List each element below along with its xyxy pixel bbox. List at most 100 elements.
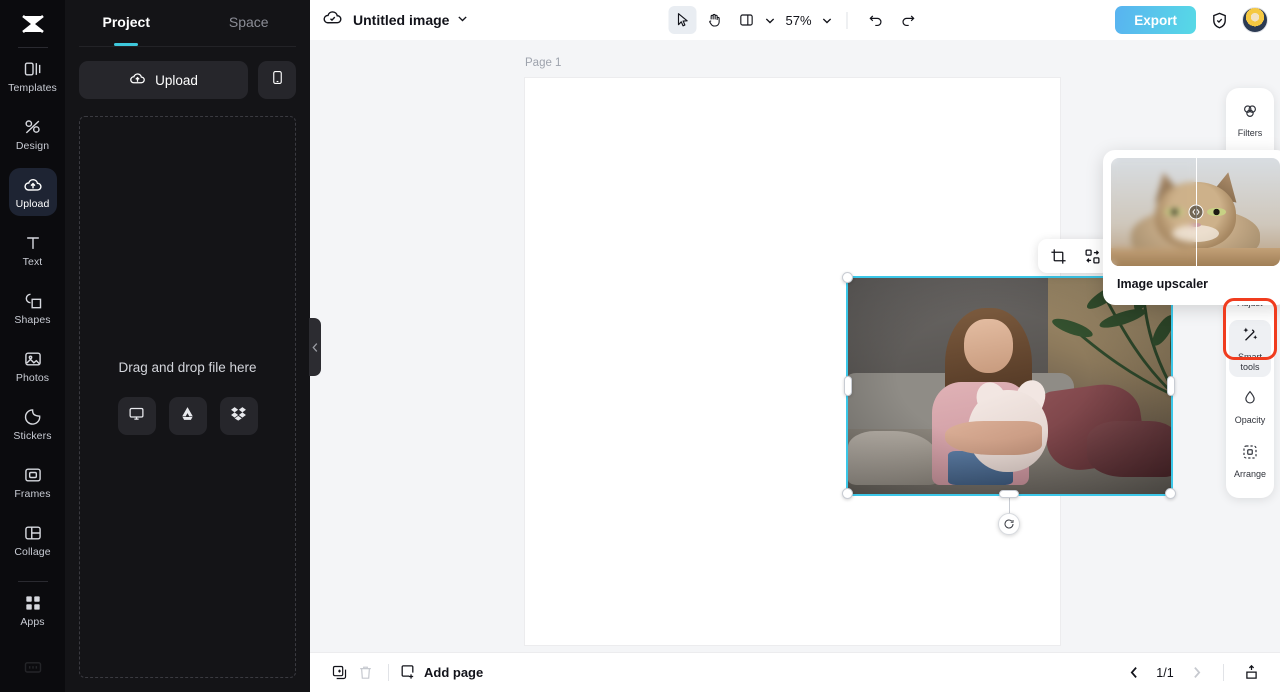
- sidebar-label: Templates: [8, 81, 57, 94]
- zoom-chevron-down-icon[interactable]: [822, 15, 833, 26]
- selected-image-element[interactable]: [846, 276, 1173, 496]
- cat-before-after-comparison[interactable]: [1111, 158, 1280, 266]
- sidebar-label: Apps: [20, 615, 45, 628]
- page-navigation: 1/1: [1121, 660, 1264, 686]
- toolbar-divider: [846, 11, 848, 29]
- add-page-button[interactable]: Add page: [399, 663, 483, 683]
- right-tool-filters[interactable]: Filters: [1229, 96, 1271, 143]
- shapes-icon: [23, 291, 43, 311]
- resize-handle-left[interactable]: [844, 376, 852, 396]
- sidebar-item-shapes[interactable]: Shapes: [9, 284, 57, 332]
- right-tool-label: Arrange: [1233, 468, 1267, 479]
- canvas-page[interactable]: [525, 78, 1176, 645]
- crop-icon[interactable]: [1046, 244, 1070, 268]
- sidebar-label: Stickers: [13, 429, 52, 442]
- sidebar-label: Design: [15, 139, 50, 152]
- capcut-logo[interactable]: [13, 8, 53, 40]
- panel-collapse-handle[interactable]: [309, 318, 321, 376]
- right-tool-opacity[interactable]: Opacity: [1229, 383, 1271, 430]
- sidebar-label: Upload: [15, 197, 50, 210]
- layout-chevron-down-icon[interactable]: [764, 15, 775, 26]
- right-tool-label: Smart tools: [1237, 351, 1262, 373]
- resize-handle-right[interactable]: [1167, 376, 1175, 396]
- sidebar-item-keyboard[interactable]: [23, 657, 43, 682]
- canvas-area[interactable]: Page 1 Image upscaler Filters Smart tool…: [310, 40, 1280, 652]
- keyboard-icon: [23, 662, 43, 681]
- rail-divider-top: [17, 47, 48, 48]
- right-tool-smart-tools[interactable]: Smart tools: [1229, 319, 1271, 378]
- upload-cloud-icon: [129, 70, 146, 90]
- right-tool-arrange[interactable]: Arrange: [1229, 437, 1271, 484]
- file-dropzone[interactable]: Drag and drop file here: [79, 116, 296, 678]
- avatar[interactable]: [1242, 7, 1268, 33]
- right-tool-label: Opacity: [1234, 415, 1266, 426]
- stickers-icon: [23, 407, 43, 427]
- mobile-phone-icon: [270, 70, 285, 90]
- resize-handle-bottom-left[interactable]: [842, 488, 853, 499]
- sidebar-item-collage[interactable]: Collage: [9, 516, 57, 564]
- main-editor-area: Untitled image 57% Export Page 1 Image u…: [310, 0, 1280, 692]
- next-page-button[interactable]: [1183, 660, 1209, 686]
- upload-from-mobile-button[interactable]: [258, 61, 296, 99]
- bottom-toolbar: Add page 1/1: [310, 652, 1280, 692]
- design-icon: [23, 117, 43, 137]
- sidebar-item-text[interactable]: Text: [9, 226, 57, 274]
- text-icon: [23, 233, 43, 253]
- girl-with-bunny-photo: [848, 278, 1171, 494]
- project-panel: Project Space Upload Drag and drop file …: [65, 0, 321, 692]
- dropbox-icon: [230, 405, 247, 427]
- resize-handle-bottom-right[interactable]: [1165, 488, 1176, 499]
- sidebar-item-frames[interactable]: Frames: [9, 458, 57, 506]
- hand-tool-button[interactable]: [700, 6, 728, 34]
- replace-image-icon[interactable]: [1080, 244, 1104, 268]
- redo-button[interactable]: [894, 6, 922, 34]
- export-button-label: Export: [1134, 12, 1177, 28]
- preview-card-label: Image upscaler: [1117, 277, 1209, 291]
- dropzone-label: Drag and drop file here: [118, 359, 257, 375]
- sidebar-item-upload[interactable]: Upload: [8, 168, 57, 216]
- sidebar-label: Collage: [14, 545, 51, 558]
- duplicate-page-icon[interactable]: [326, 660, 352, 686]
- image-context-toolbar[interactable]: [1038, 239, 1112, 273]
- compare-slider-handle[interactable]: [1188, 204, 1203, 220]
- capcut-editor-window: Templates Design Upload Text Shapes Phot…: [0, 0, 1280, 692]
- right-tool-label: Filters: [1237, 128, 1263, 138]
- left-nav-rail: Templates Design Upload Text Shapes Phot…: [0, 0, 65, 692]
- chevron-down-icon[interactable]: [457, 11, 468, 29]
- document-title[interactable]: Untitled image: [353, 12, 449, 28]
- tab-label: Project: [102, 14, 150, 30]
- arrange-icon: [1241, 443, 1259, 466]
- top-toolbar: Untitled image 57% Export: [310, 0, 1280, 40]
- sidebar-item-apps[interactable]: Apps: [9, 586, 57, 634]
- add-page-label: Add page: [424, 665, 484, 680]
- opacity-drop-icon: [1241, 389, 1259, 412]
- topbar-right-group: Export: [1115, 6, 1268, 34]
- delete-page-icon[interactable]: [352, 660, 378, 686]
- resize-handle-bottom[interactable]: [999, 490, 1019, 498]
- panel-actions: Upload: [65, 47, 310, 99]
- tab-project[interactable]: Project: [65, 0, 188, 44]
- tab-space[interactable]: Space: [188, 0, 311, 44]
- resize-handle-top-left[interactable]: [842, 272, 853, 283]
- prev-page-button[interactable]: [1121, 660, 1147, 686]
- sidebar-item-design[interactable]: Design: [9, 110, 57, 158]
- layout-panel-button[interactable]: [732, 6, 760, 34]
- sidebar-item-templates[interactable]: Templates: [8, 52, 57, 100]
- sidebar-item-stickers[interactable]: Stickers: [9, 400, 57, 448]
- page-label: Page 1: [525, 57, 562, 69]
- sidebar-item-photos[interactable]: Photos: [9, 342, 57, 390]
- canvas-tools-group: 57%: [668, 6, 921, 34]
- upload-button[interactable]: Upload: [79, 61, 248, 99]
- upload-from-google-drive-button[interactable]: [168, 396, 207, 435]
- upload-from-computer-button[interactable]: [117, 396, 156, 435]
- shield-check-button[interactable]: [1205, 6, 1233, 34]
- feature-preview-card: Image upscaler: [1103, 150, 1280, 305]
- zoom-level-value[interactable]: 57%: [785, 13, 811, 28]
- select-tool-button[interactable]: [668, 6, 697, 34]
- export-button[interactable]: Export: [1115, 6, 1196, 34]
- rotate-handle[interactable]: [998, 513, 1020, 535]
- upload-from-dropbox-button[interactable]: [219, 396, 258, 435]
- export-page-button[interactable]: [1238, 660, 1264, 686]
- photos-icon: [23, 349, 43, 369]
- undo-button[interactable]: [862, 6, 890, 34]
